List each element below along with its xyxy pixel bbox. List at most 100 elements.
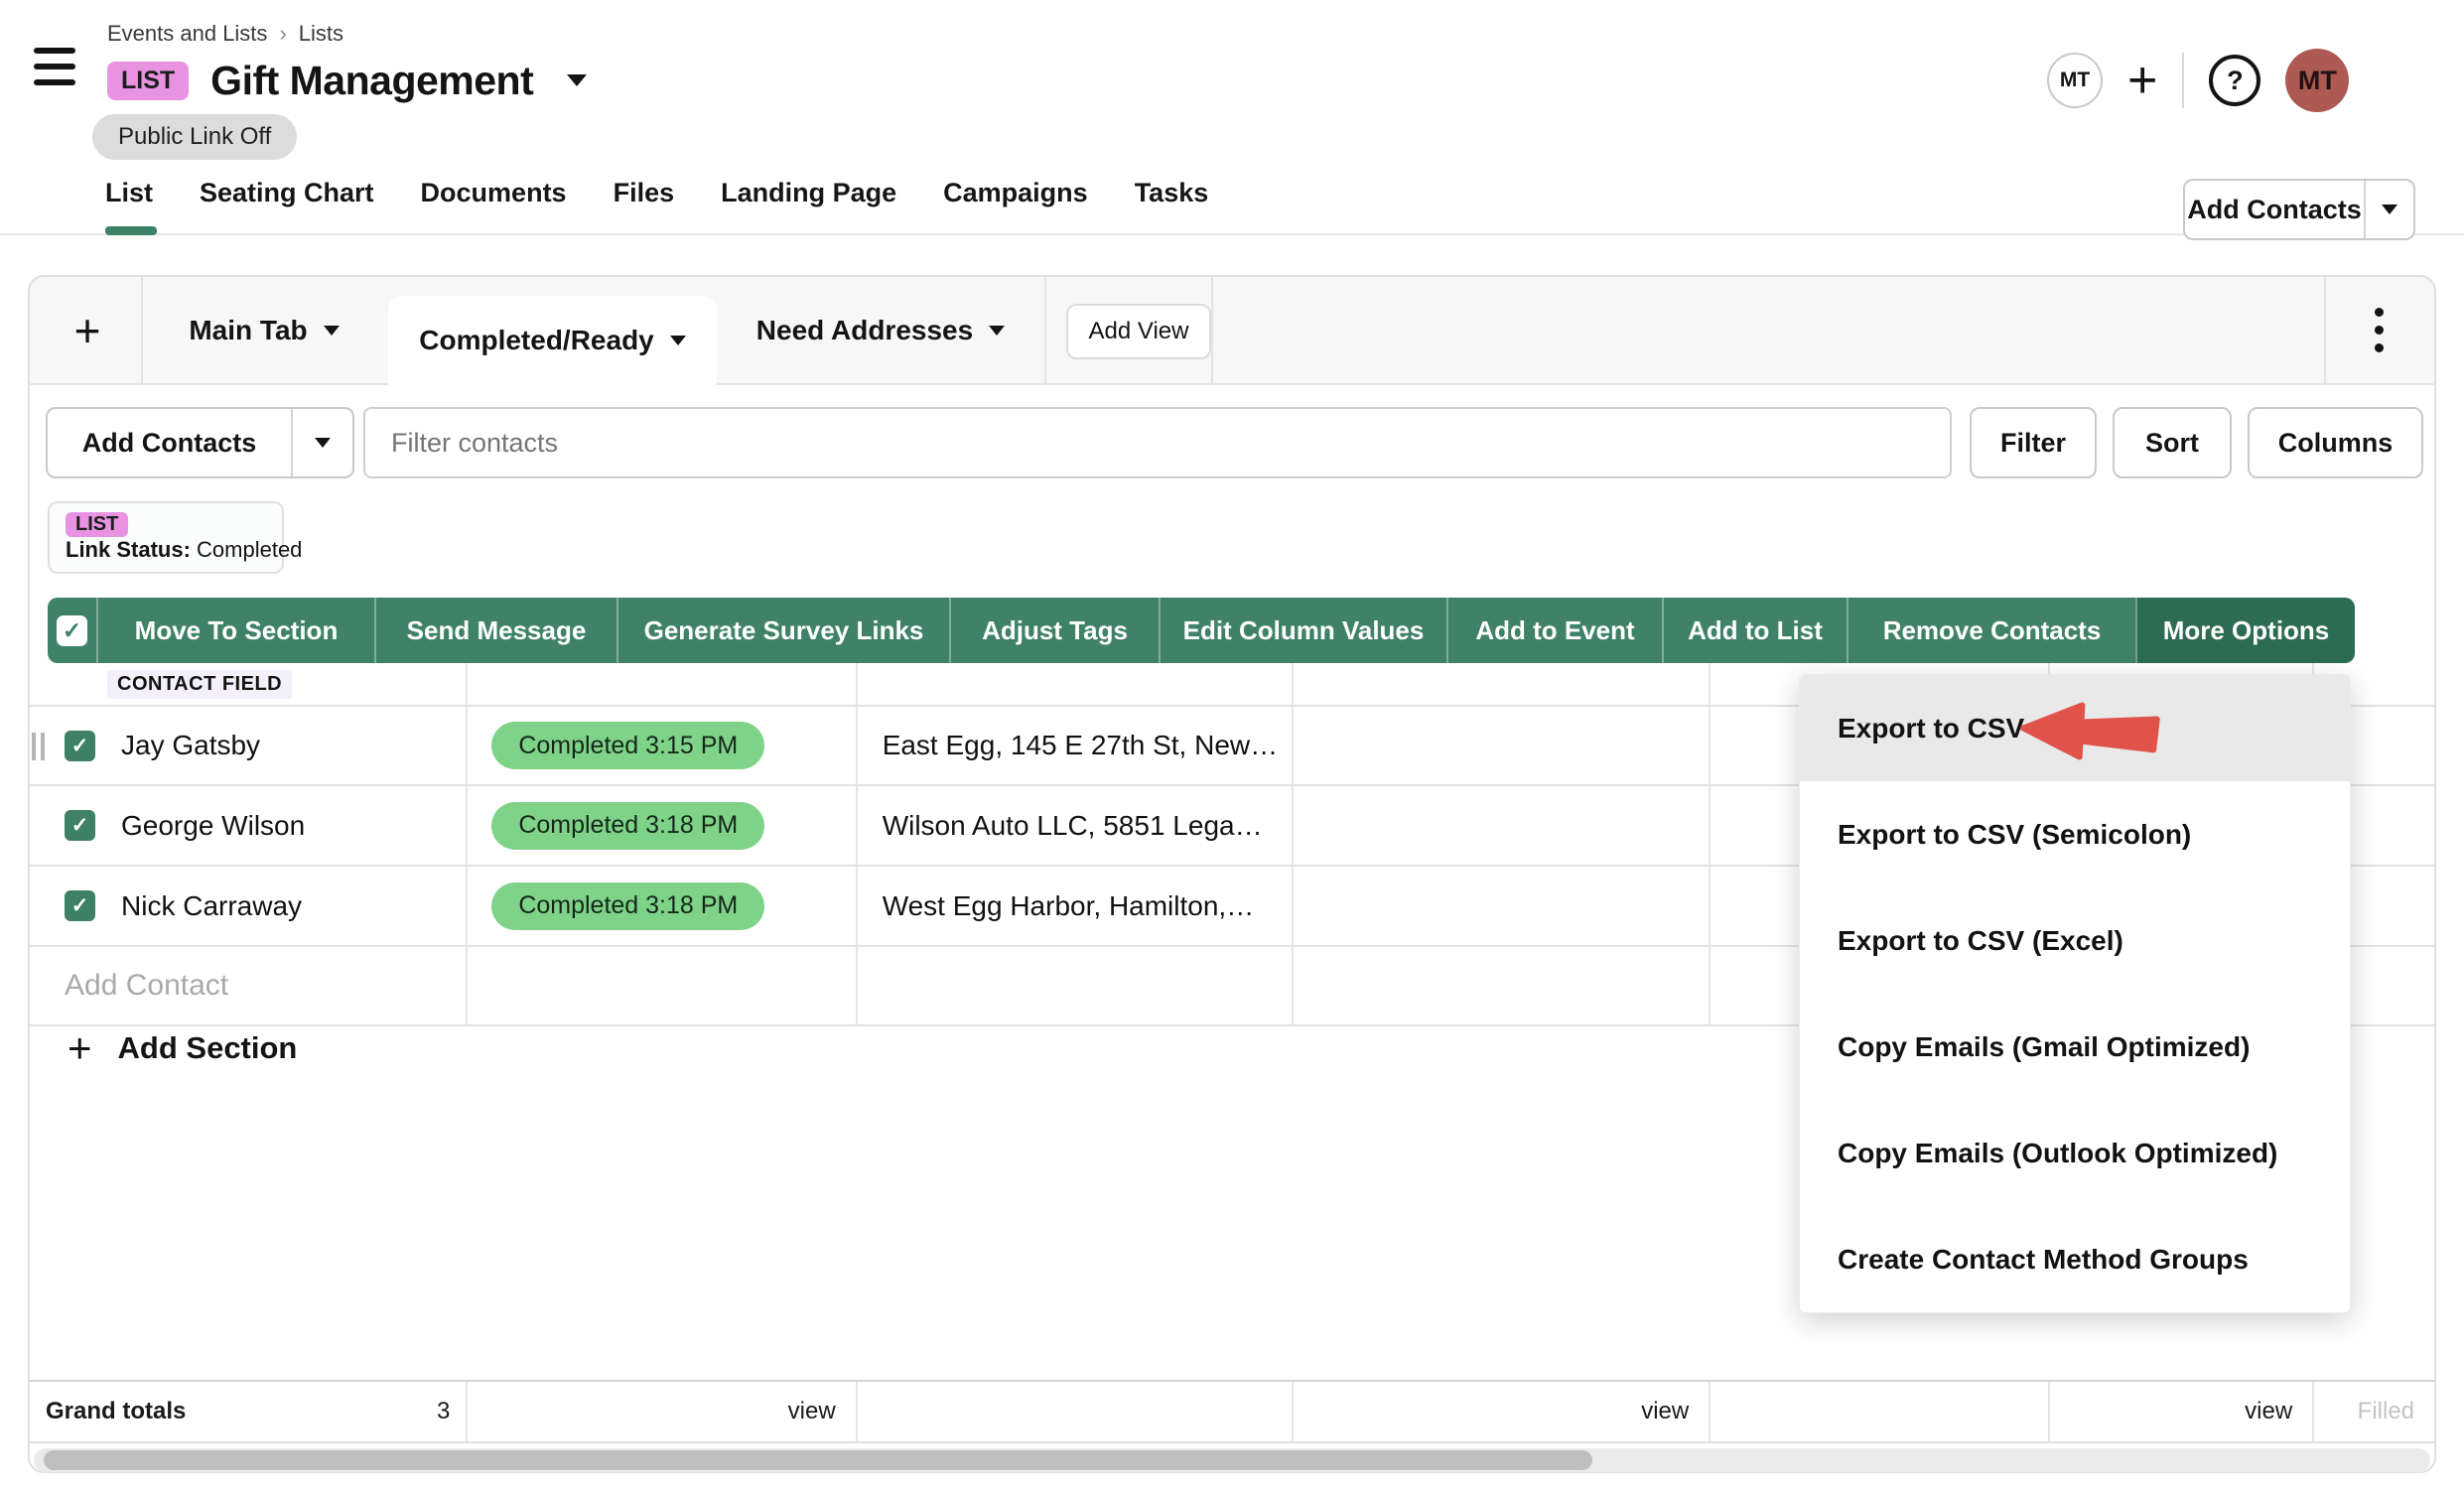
- tab-list[interactable]: List: [105, 178, 153, 208]
- list-type-badge: LIST: [107, 62, 189, 100]
- add-tab-button[interactable]: +: [48, 277, 127, 383]
- user-avatar[interactable]: MT: [2285, 49, 2349, 112]
- more-options-menu: Export to CSV Export to CSV (Semicolon) …: [1799, 674, 2351, 1313]
- view-tab-completed-ready[interactable]: Completed/Ready: [388, 296, 717, 385]
- contact-name-cell[interactable]: ✓ Nick Carraway: [30, 867, 468, 945]
- filter-contacts-input[interactable]: [363, 407, 1952, 478]
- add-contacts-label[interactable]: Add Contacts: [2185, 195, 2364, 225]
- action-send-message[interactable]: Send Message: [374, 598, 616, 663]
- add-section-button[interactable]: + Add Section: [68, 1023, 297, 1073]
- bulk-action-toolbar: ✓ Move To Section Send Message Generate …: [48, 598, 2355, 663]
- chip-list-badge: LIST: [66, 512, 128, 537]
- action-more-options[interactable]: More Options: [2135, 598, 2355, 663]
- status-cell[interactable]: Completed 3:18 PM: [468, 867, 857, 945]
- add-contacts-button[interactable]: Add Contacts: [46, 407, 354, 478]
- view-link[interactable]: view: [2245, 1398, 2292, 1425]
- tab-files[interactable]: Files: [614, 178, 675, 208]
- view-tab-need-addresses[interactable]: Need Addresses: [717, 277, 1044, 383]
- filled-label: Filled: [2358, 1398, 2414, 1425]
- view-tabstrip: + Main Tab Completed/Ready Need Addresse…: [30, 277, 2434, 385]
- plus-icon: +: [68, 1024, 92, 1072]
- chevron-down-icon: [989, 326, 1005, 336]
- filter-button[interactable]: Filter: [1970, 407, 2097, 478]
- columns-button[interactable]: Columns: [2248, 407, 2423, 478]
- contact-name-cell[interactable]: ✓ George Wilson: [30, 786, 468, 865]
- chevron-down-icon: [2382, 204, 2397, 214]
- horizontal-scrollbar-track[interactable]: [34, 1448, 2430, 1472]
- breadcrumb-link-lists[interactable]: Lists: [299, 21, 343, 47]
- add-contacts-caret-button[interactable]: [2366, 204, 2413, 214]
- chevron-down-icon: [670, 336, 686, 345]
- chevron-down-icon: [315, 438, 331, 448]
- view-link[interactable]: view: [788, 1398, 836, 1425]
- hamburger-icon: [34, 48, 75, 54]
- menu-item-export-to-csv-semicolon[interactable]: Export to CSV (Semicolon): [1800, 781, 2350, 887]
- row-drag-handle[interactable]: [32, 733, 45, 760]
- chip-value: Completed: [197, 537, 302, 562]
- select-all-cell[interactable]: ✓: [48, 598, 96, 663]
- public-link-status-pill[interactable]: Public Link Off: [92, 114, 297, 160]
- address-cell[interactable]: West Egg Harbor, Hamilton,…: [858, 867, 1294, 945]
- panel-kebab-menu-button[interactable]: [2326, 277, 2432, 383]
- title-chevron-down-icon[interactable]: [567, 74, 587, 86]
- add-new-button[interactable]: +: [2127, 55, 2157, 106]
- kebab-icon: [2375, 308, 2384, 317]
- row-checkbox[interactable]: ✓: [65, 731, 95, 761]
- grand-totals-label: Grand totals: [46, 1398, 186, 1425]
- tab-documents[interactable]: Documents: [421, 178, 567, 208]
- tab-landing-page[interactable]: Landing Page: [721, 178, 896, 208]
- action-remove-contacts[interactable]: Remove Contacts: [1847, 598, 2135, 663]
- menu-item-export-to-csv-excel[interactable]: Export to CSV (Excel): [1800, 887, 2350, 994]
- chip-label: Link Status:: [66, 537, 191, 562]
- status-badge[interactable]: Completed 3:15 PM: [491, 722, 764, 769]
- add-contact-cell[interactable]: Add Contact: [30, 947, 468, 1024]
- tab-seating-chart[interactable]: Seating Chart: [200, 178, 374, 208]
- menu-item-copy-emails-gmail[interactable]: Copy Emails (Gmail Optimized): [1800, 994, 2350, 1100]
- workspace-avatar[interactable]: MT: [2047, 53, 2103, 108]
- help-icon[interactable]: ?: [2209, 55, 2260, 106]
- menu-item-create-contact-method-groups[interactable]: Create Contact Method Groups: [1800, 1206, 2350, 1312]
- grand-totals-row: Grand totals 3 view view view Filled: [30, 1380, 2434, 1443]
- address-cell[interactable]: East Egg, 145 E 27th St, New…: [858, 707, 1294, 784]
- select-all-checkbox[interactable]: ✓: [57, 615, 87, 646]
- view-link[interactable]: view: [1641, 1398, 1689, 1425]
- status-badge[interactable]: Completed 3:18 PM: [491, 802, 764, 850]
- add-contacts-caret-button[interactable]: [293, 438, 352, 448]
- action-add-to-event[interactable]: Add to Event: [1446, 598, 1662, 663]
- hamburger-menu-button[interactable]: [34, 48, 75, 85]
- app-window: Events and Lists › Lists LIST Gift Manag…: [0, 0, 2464, 1489]
- status-cell[interactable]: Completed 3:18 PM: [468, 786, 857, 865]
- add-view-button[interactable]: Add View: [1066, 304, 1211, 359]
- sort-button[interactable]: Sort: [2113, 407, 2232, 478]
- horizontal-scrollbar-thumb[interactable]: [44, 1450, 1592, 1470]
- status-cell[interactable]: Completed 3:15 PM: [468, 707, 857, 784]
- action-generate-survey-links[interactable]: Generate Survey Links: [616, 598, 949, 663]
- tab-campaigns[interactable]: Campaigns: [943, 178, 1088, 208]
- row-checkbox[interactable]: ✓: [65, 810, 95, 841]
- chevron-down-icon: [324, 326, 340, 336]
- action-adjust-tags[interactable]: Adjust Tags: [949, 598, 1159, 663]
- view-tab-main-tab[interactable]: Main Tab: [143, 277, 385, 383]
- address-cell[interactable]: Wilson Auto LLC, 5851 Lega…: [858, 786, 1294, 865]
- action-move-to-section[interactable]: Move To Section: [96, 598, 374, 663]
- breadcrumb: Events and Lists › Lists: [107, 20, 343, 48]
- column-header-contact-field[interactable]: CONTACT FIELD: [107, 670, 292, 699]
- red-arrow-annotation: [2017, 697, 2161, 765]
- status-badge[interactable]: Completed 3:18 PM: [491, 882, 764, 930]
- nav-tabbar-border: [0, 233, 2464, 235]
- header-divider: [2182, 53, 2184, 108]
- grand-totals-count: 3: [437, 1398, 450, 1425]
- link-status-filter-chip[interactable]: LIST Link Status: Completed: [48, 501, 284, 574]
- page-title[interactable]: Gift Management: [210, 58, 533, 104]
- nav-tabbar: List Seating Chart Documents Files Landi…: [105, 171, 1208, 214]
- tab-tasks[interactable]: Tasks: [1135, 178, 1209, 208]
- contact-name-cell[interactable]: ✓ Jay Gatsby: [30, 707, 468, 784]
- breadcrumb-separator: ›: [279, 21, 286, 47]
- action-add-to-list[interactable]: Add to List: [1662, 598, 1847, 663]
- breadcrumb-link-events-and-lists[interactable]: Events and Lists: [107, 21, 267, 47]
- action-edit-column-values[interactable]: Edit Column Values: [1159, 598, 1446, 663]
- menu-item-copy-emails-outlook[interactable]: Copy Emails (Outlook Optimized): [1800, 1100, 2350, 1206]
- row-checkbox[interactable]: ✓: [65, 890, 95, 921]
- active-tab-underline: [105, 226, 157, 235]
- add-contacts-button-top[interactable]: Add Contacts: [2183, 179, 2415, 240]
